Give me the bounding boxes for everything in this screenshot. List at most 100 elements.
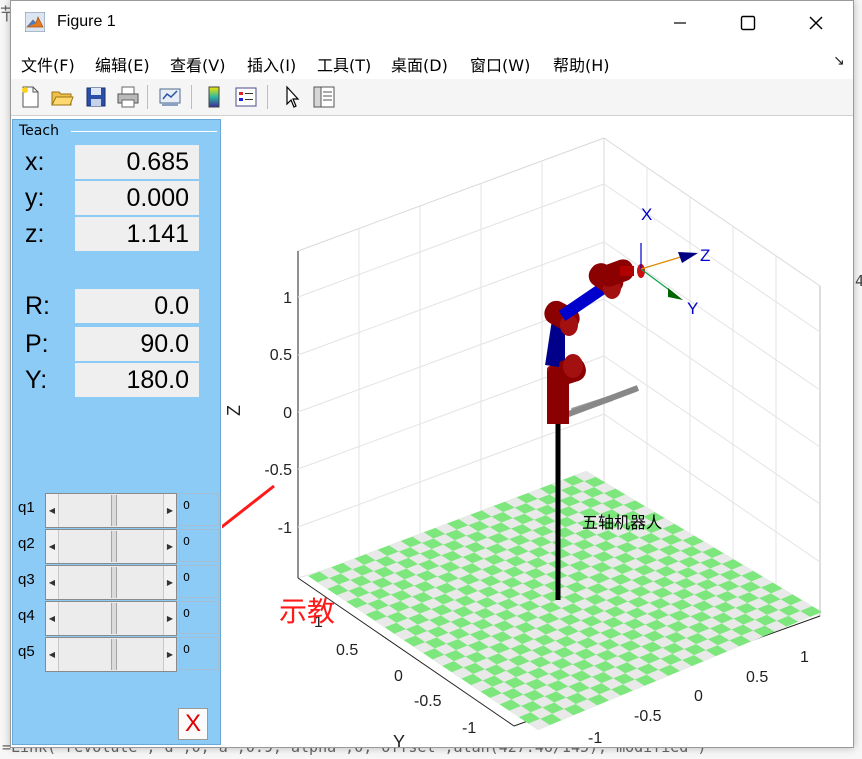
link-plot-icon[interactable]	[157, 84, 183, 110]
joint-value-3[interactable]: 0	[179, 565, 219, 598]
minimize-button[interactable]	[657, 1, 703, 45]
slider-left-arrow-icon[interactable]: ◀	[46, 530, 59, 563]
robot-joint-2-cap	[563, 354, 583, 378]
orient-value-r: 0.0	[75, 289, 199, 323]
coord-label-x: x:	[25, 148, 45, 176]
slider-thumb[interactable]	[111, 495, 117, 526]
menu-file[interactable]: 文件(F)	[21, 52, 75, 76]
dock-arrow-icon[interactable]: ↘	[833, 53, 845, 69]
frame-label-y: Y	[687, 299, 698, 318]
slider-left-arrow-icon[interactable]: ◀	[46, 602, 59, 635]
matlab-logo-icon	[25, 12, 45, 32]
x-tick: 0.5	[746, 669, 768, 686]
orient-value-y: 180.0	[75, 363, 199, 397]
window-title: Figure 1	[57, 13, 116, 30]
joint-slider-3[interactable]: ◀ ▶	[45, 565, 177, 600]
slider-right-arrow-icon[interactable]: ▶	[163, 638, 176, 671]
slider-right-arrow-icon[interactable]: ▶	[163, 530, 176, 563]
menu-bar: 文件(F) 编辑(E) 查看(V) 插入(I) 工具(T) 桌面(D) 窗口(W…	[11, 45, 853, 80]
save-icon[interactable]	[83, 84, 109, 110]
x-tick: -0.5	[634, 708, 662, 725]
select-arrow-icon[interactable]	[279, 84, 305, 110]
coord-value-y: 0.000	[75, 181, 199, 215]
toolbar-separator	[147, 85, 148, 109]
z-axis-ticks: 1 0.5 0 -0.5 -1	[264, 290, 292, 537]
menu-edit[interactable]: 编辑(E)	[95, 52, 150, 76]
teach-close-button[interactable]: X	[178, 708, 208, 740]
maximize-icon	[740, 15, 756, 31]
menu-window[interactable]: 窗口(W)	[470, 52, 530, 76]
close-icon	[809, 16, 823, 30]
orient-label-p: P:	[25, 330, 49, 358]
z-tick: -0.5	[264, 462, 292, 479]
teach-panel-title: Teach	[17, 123, 61, 139]
menu-view[interactable]: 查看(V)	[170, 52, 225, 76]
frame-label-x: X	[641, 205, 652, 224]
toolbar-separator	[191, 85, 192, 109]
joint-label-5: q5	[18, 643, 35, 660]
title-bar[interactable]: Figure 1	[11, 1, 853, 45]
orient-label-r: R:	[25, 292, 50, 320]
slider-right-arrow-icon[interactable]: ▶	[163, 566, 176, 599]
open-file-icon[interactable]	[49, 84, 75, 110]
orient-label-y: Y:	[25, 366, 48, 394]
slider-right-arrow-icon[interactable]: ▶	[163, 602, 176, 635]
panel-border-line	[71, 131, 217, 132]
slider-thumb[interactable]	[111, 639, 117, 670]
y-tick: -1	[462, 720, 476, 737]
menu-tools[interactable]: 工具(T)	[317, 52, 371, 76]
slider-thumb[interactable]	[111, 531, 117, 562]
joint-slider-5[interactable]: ◀ ▶	[45, 637, 177, 672]
property-inspector-icon[interactable]	[311, 84, 337, 110]
figure-canvas: Teach x: 0.685 y: 0.000 z: 1.141 R: 0.0 …	[11, 116, 853, 747]
robot-end-effector	[620, 266, 634, 276]
slider-left-arrow-icon[interactable]: ◀	[46, 566, 59, 599]
joint-label-4: q4	[18, 607, 35, 624]
y-tick: 0	[394, 668, 403, 685]
z-tick: 1	[283, 290, 292, 307]
annotation-label: 示教	[279, 595, 336, 628]
y-tick: 0.5	[336, 642, 358, 659]
joint-label-2: q2	[18, 535, 35, 552]
maximize-button[interactable]	[725, 1, 771, 45]
slider-thumb[interactable]	[111, 567, 117, 598]
joint-value-5[interactable]: 0	[179, 637, 219, 670]
x-tick: 1	[800, 649, 809, 666]
figure-window: Figure 1 文件(F) 编辑(E) 查看(V) 插入(I) 工具(T) 桌…	[10, 0, 854, 748]
coord-label-y: y:	[25, 184, 45, 212]
coord-value-x: 0.685	[75, 145, 199, 179]
joint-value-2[interactable]: 0	[179, 529, 219, 562]
y-axis-label: Y	[393, 732, 405, 747]
z-tick: 0.5	[270, 347, 292, 364]
coord-value-z: 1.141	[75, 217, 199, 251]
toolbar-separator	[267, 85, 268, 109]
slider-left-arrow-icon[interactable]: ◀	[46, 638, 59, 671]
robot-3d-plot[interactable]: 1 0.5 0 -0.5 -1 Z 1 0.5 0 -0.5 -1 Y 1 0.…	[222, 116, 852, 747]
frame-label-z: Z	[700, 246, 710, 265]
joint-slider-4[interactable]: ◀ ▶	[45, 601, 177, 636]
menu-insert[interactable]: 插入(I)	[247, 52, 296, 76]
robot-name-label: 五轴机器人	[582, 513, 662, 532]
colorbar-icon[interactable]	[201, 84, 227, 110]
z-tick: -1	[278, 520, 292, 537]
x-tick: -1	[588, 730, 602, 747]
joint-value-4[interactable]: 0	[179, 601, 219, 634]
new-figure-icon[interactable]	[17, 84, 43, 110]
joint-value-1[interactable]: 0	[179, 493, 219, 526]
teach-panel: Teach x: 0.685 y: 0.000 z: 1.141 R: 0.0 …	[12, 119, 221, 745]
joint-label-1: q1	[18, 499, 35, 516]
legend-icon[interactable]	[233, 84, 259, 110]
menu-desktop[interactable]: 桌面(D)	[391, 52, 448, 76]
joint-label-3: q3	[18, 571, 35, 588]
orient-value-p: 90.0	[75, 327, 199, 361]
slider-thumb[interactable]	[111, 603, 117, 634]
y-tick: -0.5	[414, 693, 442, 710]
joint-slider-2[interactable]: ◀ ▶	[45, 529, 177, 564]
slider-left-arrow-icon[interactable]: ◀	[46, 494, 59, 527]
minimize-icon	[674, 22, 686, 24]
slider-right-arrow-icon[interactable]: ▶	[163, 494, 176, 527]
print-icon[interactable]	[115, 84, 141, 110]
menu-help[interactable]: 帮助(H)	[553, 52, 610, 76]
close-button[interactable]	[793, 1, 839, 45]
joint-slider-1[interactable]: ◀ ▶	[45, 493, 177, 528]
